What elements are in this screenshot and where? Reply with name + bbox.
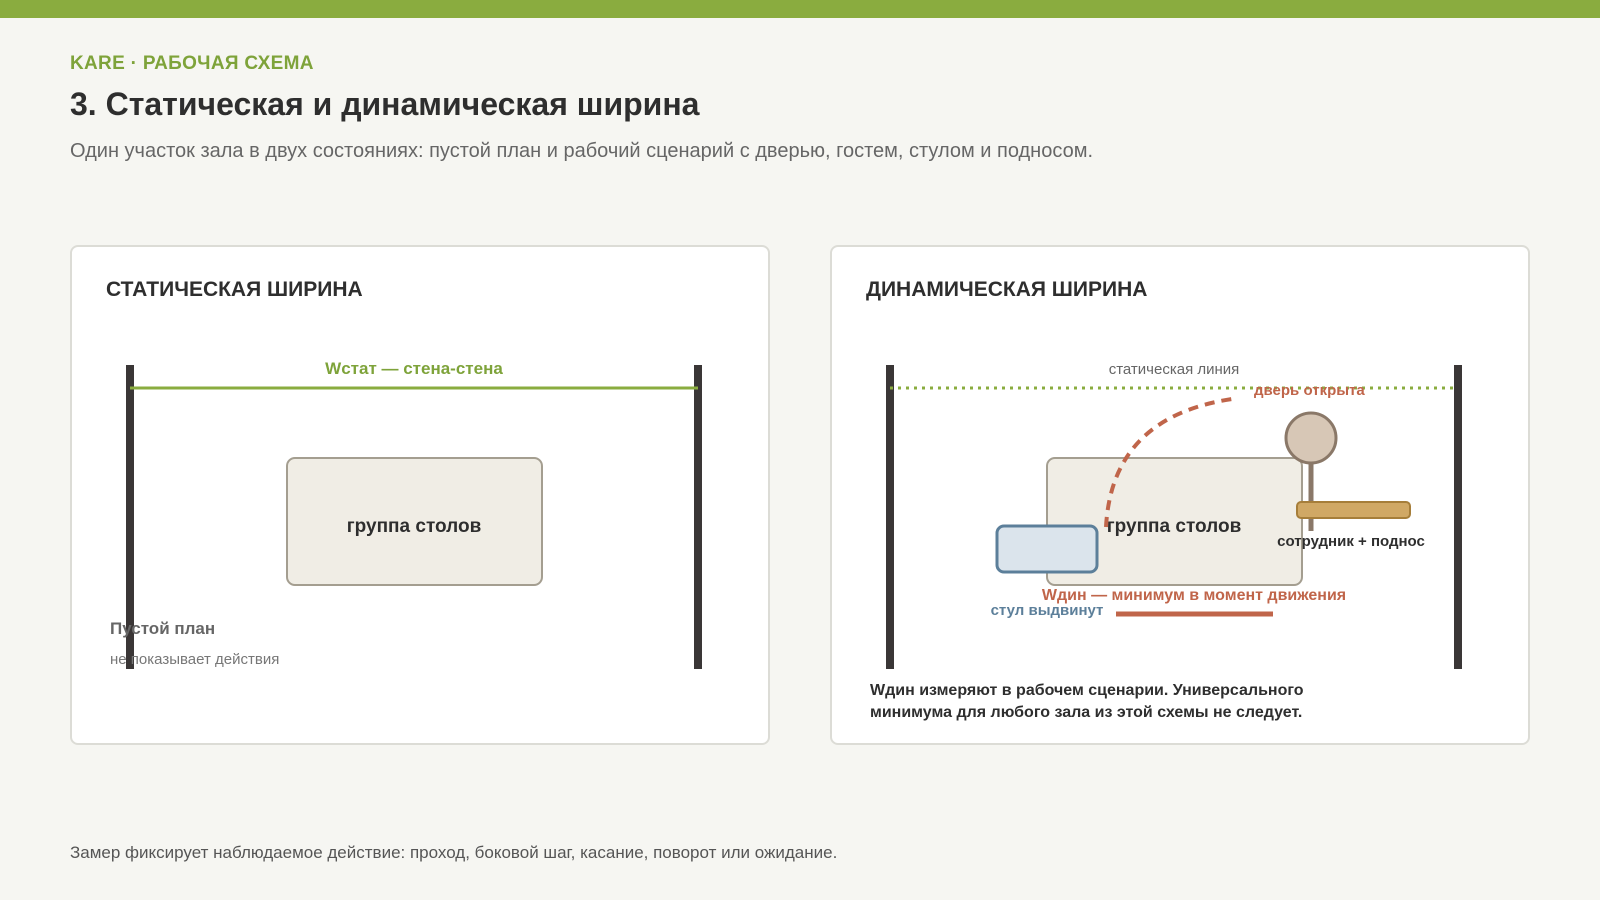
eyebrow-label: KARE · РАБОЧАЯ СХЕМА [70, 53, 314, 74]
staff-tray-label: сотрудник + поднос [1277, 533, 1425, 550]
dynamic-width-diagram: статическая линия группа столов дверь от… [886, 361, 1462, 669]
door-open-label: дверь открыта [1254, 382, 1365, 399]
dynamic-note: Wдин измеряют в рабочем сценарии. Универ… [870, 680, 1330, 724]
static-width-label: Wстат — стена-стена [325, 359, 503, 378]
empty-plan-caption: Пустой план [110, 619, 215, 638]
table-group-label: группа столов [347, 516, 482, 537]
staff-person-icon [1284, 411, 1338, 465]
chair-pulled-label: стул выдвинут [991, 602, 1104, 619]
table-group-label: группа столов [1107, 516, 1242, 537]
static-line-label: статическая линия [1109, 361, 1240, 378]
right-wall [1454, 365, 1462, 669]
static-width-diagram: Wстат — стена-стена группа столов Пустой… [110, 359, 702, 669]
right-wall [694, 365, 702, 669]
top-accent-bar [0, 0, 1600, 18]
dynamic-width-panel: ДИНАМИЧЕСКАЯ ШИРИНА статическая линия гр… [830, 245, 1530, 745]
dynamic-width-label: Wдин — минимум в момент движения [1042, 587, 1346, 604]
page-title: 3. Статическая и динамическая ширина [70, 86, 700, 122]
empty-plan-note: не показывает действия [110, 651, 279, 668]
left-wall [886, 365, 894, 669]
page-subtitle: Один участок зала в двух состояниях: пус… [70, 140, 1094, 162]
pulled-out-chair [995, 524, 1099, 574]
tray [1296, 501, 1411, 519]
dynamic-note-line-2: минимума для любого зала из этой схемы н… [870, 704, 1303, 721]
static-width-panel: СТАТИЧЕСКАЯ ШИРИНА Wстат — стена-стена г… [70, 245, 770, 745]
footer-note: Замер фиксирует наблюдаемое действие: пр… [70, 843, 838, 862]
dynamic-note-line-1: Wдин измеряют в рабочем сценарии. Универ… [870, 682, 1304, 699]
